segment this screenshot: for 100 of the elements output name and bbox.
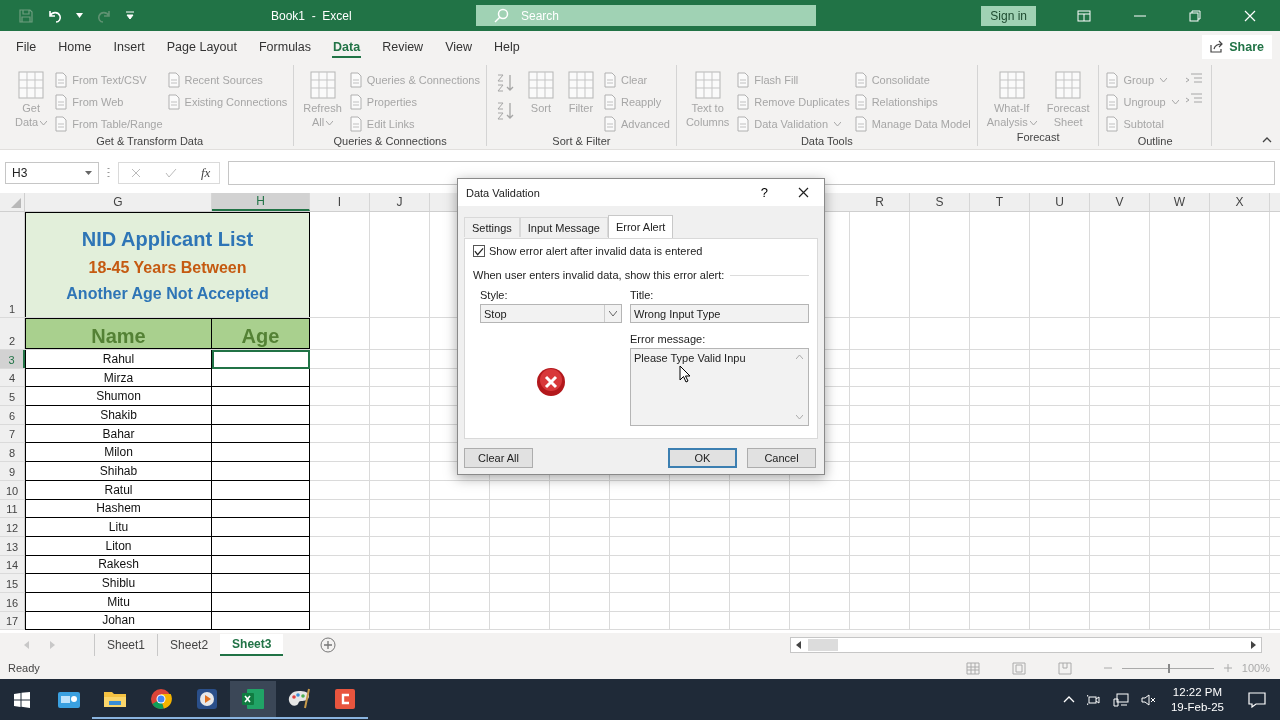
table-icon	[1053, 69, 1084, 101]
ribbon-display-icon[interactable]	[1077, 9, 1091, 22]
menu-tab[interactable]: Formulas	[247, 31, 323, 62]
scroll-left-icon[interactable]	[796, 641, 802, 650]
document-icon	[602, 94, 617, 110]
sign-in-button[interactable]: Sign in	[981, 5, 1036, 26]
document-icon	[1105, 72, 1120, 88]
minimize-icon[interactable]	[1134, 14, 1146, 17]
notification-icon[interactable]	[1248, 691, 1266, 708]
table-icon	[565, 69, 596, 101]
chevron-up-icon[interactable]	[1062, 696, 1075, 704]
scroll-thumb[interactable]	[808, 639, 838, 652]
dialog-tab[interactable]: Settings	[464, 217, 520, 237]
table-cell: Milon	[25, 443, 212, 463]
network-icon[interactable]	[1112, 692, 1129, 707]
menu-tab[interactable]: Help	[483, 31, 531, 62]
row-header[interactable]: 12	[0, 518, 25, 536]
column-header[interactable]: S	[910, 193, 970, 211]
close-icon[interactable]	[798, 187, 809, 198]
table-cell: Ratul	[25, 480, 212, 500]
taskbar-button[interactable]	[230, 680, 276, 719]
document-icon	[736, 116, 751, 132]
name-box[interactable]: H3	[5, 161, 99, 184]
customize-icon[interactable]	[125, 11, 135, 20]
table-cell: Hashem	[25, 499, 212, 519]
column-header[interactable]: J	[370, 193, 430, 211]
dialog-tab[interactable]: Error Alert	[607, 215, 674, 238]
title-text: 18-45 Years Between	[88, 258, 247, 277]
horizontal-scrollbar[interactable]	[790, 637, 1262, 654]
muted-speaker-icon[interactable]	[1140, 692, 1157, 707]
row-header[interactable]: 3	[0, 350, 25, 368]
table-cell: Bahar	[25, 424, 212, 444]
table-icon	[692, 69, 723, 101]
table-cell: Rahul	[25, 350, 212, 369]
column-header[interactable]: H	[212, 193, 310, 211]
style-dropdown[interactable]: Stop	[480, 304, 622, 323]
table-cell: Shihab	[25, 462, 212, 481]
column-header[interactable]: U	[1030, 193, 1090, 211]
column-header[interactable]: T	[970, 193, 1030, 211]
add-sheet-icon[interactable]	[320, 637, 337, 654]
column-header[interactable]: I	[310, 193, 370, 211]
check-icon[interactable]	[165, 167, 177, 178]
share-button[interactable]: Share	[1202, 34, 1272, 59]
insert-function-button[interactable]: fx	[201, 164, 211, 181]
row-header[interactable]: 15	[0, 574, 25, 592]
column-header[interactable]: X	[1210, 193, 1270, 211]
ribbon-group-label: Forecast	[1015, 131, 1061, 143]
dialog-tab[interactable]: Input Message	[519, 217, 608, 237]
windows-start-icon[interactable]	[14, 691, 30, 708]
column-header[interactable]: V	[1090, 193, 1150, 211]
caret-icon[interactable]	[76, 13, 83, 18]
menu-tab[interactable]: Data	[322, 31, 372, 62]
field-label: Title:	[630, 289, 655, 301]
dialog-button[interactable]: OK	[668, 448, 737, 468]
row-header[interactable]: 1	[0, 212, 25, 317]
menu-tab[interactable]: Review	[371, 31, 435, 62]
row-header[interactable]: 9	[0, 462, 25, 480]
table-cell: Johan	[25, 611, 212, 631]
scroll-right-icon[interactable]	[1250, 641, 1256, 650]
ribbon-group-label: Get & Transform Data	[95, 135, 205, 147]
sheet-tab[interactable]: Sheet3	[220, 634, 284, 657]
table-cell: Shakib	[25, 406, 212, 425]
document-icon	[602, 72, 617, 88]
restore-icon[interactable]	[1189, 9, 1201, 22]
row-header[interactable]: 5	[0, 387, 25, 406]
status-text: Ready	[8, 662, 40, 675]
sheet-tab[interactable]: Sheet1	[94, 634, 158, 657]
document-icon	[853, 116, 868, 132]
camera-icon[interactable]	[1086, 692, 1101, 707]
table-cell: Mitu	[25, 592, 212, 612]
menu-tab[interactable]: Page Layout	[155, 31, 248, 62]
document-icon	[736, 94, 751, 110]
table-cell: Litu	[25, 518, 212, 537]
dialog-button[interactable]: Cancel	[747, 448, 816, 468]
menu-tab[interactable]: Insert	[102, 31, 156, 62]
caret-icon	[609, 311, 617, 316]
checkbox-label[interactable]: Show error alert after invalid data is entered	[489, 245, 703, 257]
table-cell: Rakesh	[25, 555, 212, 575]
menu-tab[interactable]: Home	[47, 31, 103, 62]
row-header[interactable]: 6	[0, 406, 25, 424]
search-icon	[494, 8, 509, 23]
dialog-button[interactable]: Clear All	[464, 448, 533, 468]
column-header[interactable]: W	[1150, 193, 1210, 211]
menu-tab[interactable]: View	[434, 31, 484, 62]
column-header[interactable]: R	[850, 193, 910, 211]
clock-time[interactable]: 12:22 PM	[1172, 686, 1223, 699]
clock-date[interactable]: 19-Feb-25	[1170, 701, 1224, 714]
header-cell: Age	[212, 318, 310, 349]
row-header[interactable]: 8	[0, 443, 25, 462]
title-field[interactable]: Wrong Input Type	[630, 304, 809, 323]
row-header[interactable]: 2	[0, 318, 25, 349]
document-icon	[348, 94, 363, 110]
menu-tab[interactable]: File	[5, 31, 48, 62]
document-icon	[736, 72, 751, 88]
table-icon	[307, 69, 338, 101]
checkbox[interactable]	[473, 245, 485, 257]
document-icon	[166, 94, 181, 110]
browser-icon	[150, 687, 172, 710]
table-icon	[16, 69, 47, 101]
help-button[interactable]: ?	[760, 185, 768, 200]
